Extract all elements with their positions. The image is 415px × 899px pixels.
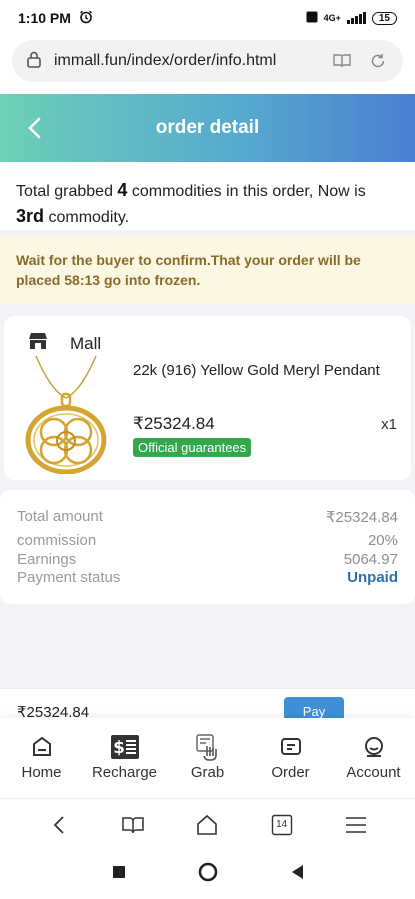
back-button[interactable] [14, 108, 54, 148]
tab-order[interactable]: Order [249, 732, 332, 781]
alarm-icon [79, 10, 93, 27]
recharge-icon: $ [83, 732, 166, 762]
menu-button[interactable] [341, 810, 371, 840]
tab-order-label: Order [271, 764, 310, 781]
menu-icon [345, 816, 366, 833]
product-quantity: x1 [381, 416, 397, 433]
total-amount-value: ₹25324.84 [325, 509, 398, 526]
store-name: Mall [70, 333, 102, 353]
triangle-back-icon [291, 865, 303, 879]
payment-status-label: Payment status [17, 569, 121, 586]
tab-grab[interactable]: Grab [166, 732, 249, 781]
svg-text:$: $ [113, 738, 125, 758]
home-icon [0, 732, 83, 762]
tab-recharge[interactable]: $ Recharge [83, 732, 166, 781]
battery-icon: 15 [371, 11, 397, 25]
book-icon [122, 816, 145, 833]
url-text[interactable]: immall.fun/index/order/info.html [54, 52, 317, 70]
intro-suffix: commodity. [44, 209, 130, 226]
chevron-left-icon [28, 117, 41, 139]
bookmarks-button[interactable] [118, 810, 148, 840]
account-icon [332, 732, 415, 762]
intro-prefix: Total grabbed [16, 183, 118, 200]
earnings-value: 5064.97 [343, 551, 398, 568]
order-icon [249, 732, 332, 762]
product-image[interactable] [18, 354, 114, 475]
product-card: Mall 22k (916) Yellow Gold Meryl Pendant… [4, 316, 411, 480]
commodity-count: 4 [117, 180, 128, 200]
recents-button[interactable] [112, 865, 126, 884]
earnings-label: Earnings [17, 551, 77, 568]
store-icon [28, 332, 48, 355]
commission-value: 20% [367, 532, 398, 549]
tabs-button[interactable]: 14 [267, 810, 297, 840]
freeze-notice: Wait for the buyer to confirm.That your … [0, 236, 415, 304]
tab-count: 14 [276, 818, 288, 830]
browser-toolbar: 14 [0, 798, 415, 850]
browser-back-button[interactable] [44, 810, 74, 840]
payment-status-value: Unpaid [347, 569, 398, 586]
guarantee-badge: Official guarantees [133, 438, 252, 457]
order-intro: Total grabbed 4 commodities in this orde… [0, 162, 415, 230]
page-header: order detail [0, 94, 415, 162]
commission-row: commission 20% [17, 532, 398, 549]
signal-icon [346, 12, 366, 24]
tab-home[interactable]: Home [0, 732, 83, 781]
intro-middle: commodities in this order, Now is [127, 183, 366, 200]
bottom-tab-bar: Home $ Recharge Grab Order Account [0, 718, 415, 798]
store-row: Mall [28, 332, 101, 355]
tab-recharge-label: Recharge [91, 764, 158, 781]
tab-grab-label: Grab [190, 764, 225, 781]
grab-icon [166, 732, 249, 762]
page-title: order detail [155, 117, 260, 138]
address-bar[interactable]: immall.fun/index/order/info.html [12, 40, 403, 82]
earnings-row: Earnings 5064.97 [17, 551, 398, 568]
tab-home-label: Home [21, 764, 62, 781]
status-bar: 1:10 PM 4G+ 15 [0, 0, 415, 36]
total-amount-label: Total amount [17, 508, 103, 525]
square-icon [112, 866, 125, 878]
circle-icon [198, 862, 217, 882]
network-type: 4G+ [323, 13, 341, 23]
browser-home-button[interactable] [192, 810, 222, 840]
order-summary: Total amount ₹25324.84 commission 20% Ea… [0, 490, 415, 604]
reader-mode-icon[interactable] [331, 50, 353, 72]
system-home-button[interactable] [198, 862, 218, 887]
total-amount-row: Total amount ₹25324.84 [17, 508, 398, 526]
product-price: ₹25324.84 [133, 414, 215, 433]
tab-account[interactable]: Account [332, 732, 415, 781]
lock-icon [26, 50, 42, 73]
payment-status-row: Payment status Unpaid [17, 569, 398, 586]
chevron-left-icon [53, 815, 64, 834]
volte-icon [306, 11, 318, 25]
system-back-button[interactable] [290, 864, 304, 885]
system-nav-bar [0, 850, 415, 899]
refresh-icon[interactable] [367, 50, 389, 72]
commission-label: commission [17, 532, 97, 549]
status-time: 1:10 PM [18, 10, 71, 26]
tab-account-label: Account [346, 764, 401, 781]
product-name[interactable]: 22k (916) Yellow Gold Meryl Pendant [133, 362, 380, 379]
commodity-position: 3rd [16, 206, 45, 226]
status-indicators: 4G+ 15 [306, 11, 397, 25]
home-icon [197, 814, 218, 835]
